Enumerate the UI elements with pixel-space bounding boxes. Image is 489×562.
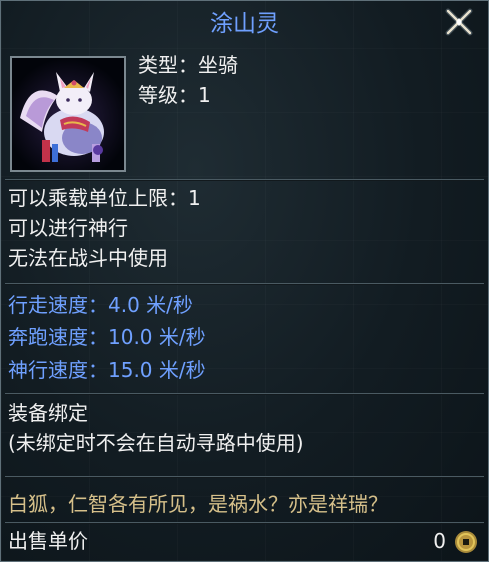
speed-run: 奔跑速度：10.0 米/秒 (8, 325, 206, 349)
section-divider (5, 283, 484, 285)
white-fox-mount-icon (12, 58, 124, 170)
bind-note: (未绑定时不会在自动寻路中使用) (8, 431, 304, 455)
speed-walk: 行走速度：4.0 米/秒 (8, 293, 193, 317)
flavor-text: 白狐，仁智各有所见，是祸水？亦是祥瑞？ (8, 492, 388, 516)
section-divider (5, 393, 484, 395)
item-name: 涂山灵 (210, 11, 279, 37)
item-tooltip: 涂山灵 类型：坐骑 等级：1 可以乘载单位上限：1 可以进行神行 无法在战斗中使… (0, 0, 489, 562)
attribute-no-combat-use: 无法在战斗中使用 (8, 246, 168, 270)
sell-price-label: 出售单价 (8, 529, 88, 553)
speed-divine-travel: 神行速度：15.0 米/秒 (8, 358, 206, 382)
item-type: 类型：坐骑 (138, 53, 238, 77)
sell-price-value: 0 (433, 529, 446, 553)
section-divider (5, 179, 484, 181)
close-button[interactable] (444, 8, 474, 36)
attribute-carry-limit: 可以乘载单位上限：1 (8, 186, 201, 210)
item-level: 等级：1 (138, 83, 211, 107)
copper-coin-icon (454, 530, 478, 554)
bind-status: 装备绑定 (8, 401, 88, 425)
close-icon[interactable] (444, 8, 474, 36)
attribute-can-divine-travel: 可以进行神行 (8, 216, 128, 240)
section-divider (5, 476, 484, 478)
item-portrait (10, 56, 126, 172)
section-divider (5, 522, 484, 524)
